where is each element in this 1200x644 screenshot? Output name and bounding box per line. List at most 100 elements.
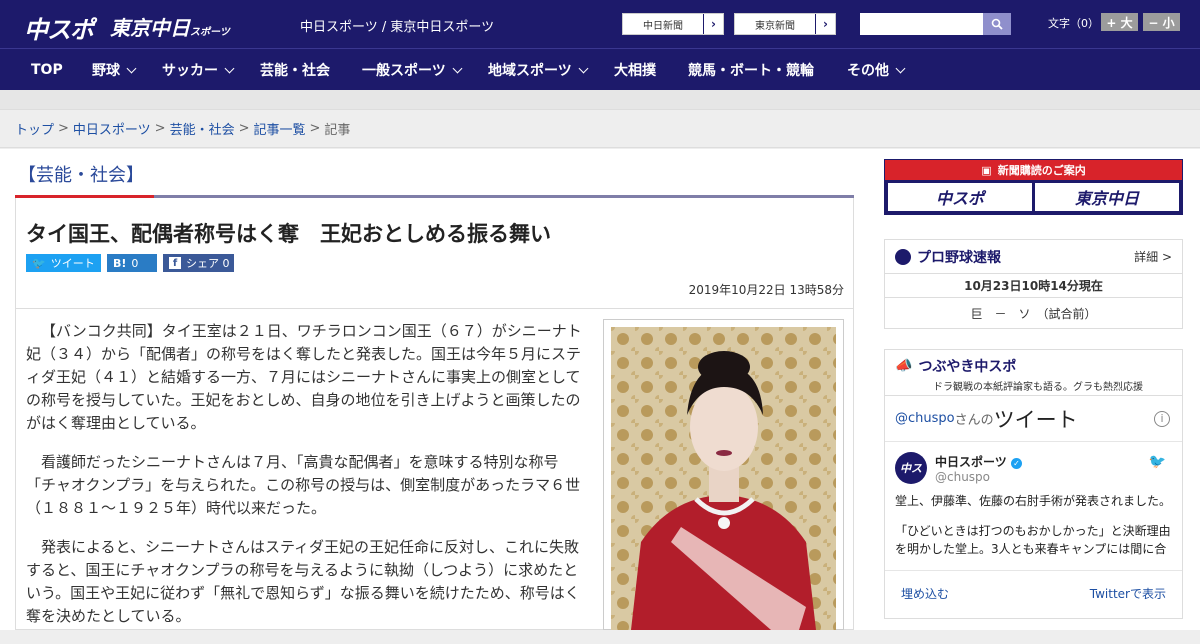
font-decrease-button[interactable]: − 小: [1143, 13, 1180, 31]
nav-item-top[interactable]: TOP: [31, 49, 63, 91]
tweet-widget-header: @chuspo さんの ツイート i: [885, 396, 1182, 442]
chevron-down-icon: [895, 63, 906, 73]
chunichi-shimbun-button[interactable]: 中日新聞 ›: [622, 13, 724, 35]
hatena-icon: B!: [113, 256, 127, 270]
nav-item-baseball[interactable]: 野球: [92, 49, 137, 91]
article-body: 【バンコク共同】タイ王室は２１日、ワチラロンコン国王（６７）がシニーナト妃（３４…: [26, 320, 586, 644]
main-nav: TOP 野球 サッカー 芸能・社会 一般スポーツ 地域スポーツ 大相撲 競馬・ボ…: [0, 48, 1200, 90]
nav-label: 一般スポーツ: [362, 63, 446, 79]
subscription-title-text: 新聞購読のご案内: [997, 164, 1086, 177]
tsubuyaki-title: つぶやき中スポ: [918, 359, 1017, 375]
search-icon: [991, 18, 1003, 30]
tokyo-logo-text: 東京中日: [110, 16, 190, 40]
article-date: 2019年10月22日 13時58分: [688, 283, 844, 297]
tweet-username-text: 中日スポーツ: [935, 454, 1007, 469]
nav-label: 野球: [92, 63, 120, 79]
nav-item-racing[interactable]: 競馬・ボート・競輪: [688, 49, 814, 91]
tweet-text-1: 堂上、伊藤準、佐藤の右肘手術が発表されました。: [895, 494, 1172, 508]
baseball-title: プロ野球速報: [917, 249, 1001, 266]
tweet-username[interactable]: 中日スポーツ ✓: [935, 453, 1022, 470]
nav-item-general-sports[interactable]: 一般スポーツ: [362, 49, 463, 91]
nav-item-entertainment[interactable]: 芸能・社会: [260, 49, 330, 91]
tweet-heading: ツイート: [993, 407, 1078, 432]
article-paragraph: 【バンコク共同】タイ王室は２１日、ワチラロンコン国王（６７）がシニーナト妃（３４…: [26, 322, 582, 432]
baseball-game[interactable]: 巨 － ソ （試合前）: [885, 298, 1182, 328]
nav-label: 大相撲: [614, 63, 656, 79]
tokyo-sub-logo[interactable]: 東京中日: [1035, 183, 1179, 211]
tweet-button[interactable]: 🐦 ツイート: [26, 254, 101, 272]
search-input[interactable]: [860, 13, 983, 35]
facebook-share-button[interactable]: f シェア 0: [163, 254, 234, 272]
chevron-down-icon: [578, 63, 589, 73]
nav-label: 地域スポーツ: [488, 63, 572, 79]
tsubuyaki-panel: 📣 つぶやき中スポ ドラ観戦の本紙評論家も語る。グラも熱烈応援 @chuspo …: [884, 349, 1183, 619]
chevron-down-icon: [224, 63, 235, 73]
facebook-icon: f: [169, 257, 181, 269]
chevron-right-icon: ›: [815, 14, 835, 34]
tokyo-shimbun-button[interactable]: 東京新聞 ›: [734, 13, 836, 35]
tweet-text-2: 「ひどいときは打つのもおかしかった」と決断理由を明かした堂上。3人とも来春キャン…: [895, 524, 1171, 556]
subscription-banner[interactable]: ▣ 新聞購読のご案内 中スポ 東京中日: [884, 159, 1183, 215]
font-increase-button[interactable]: + 大: [1101, 13, 1138, 31]
article-photo[interactable]: [611, 327, 836, 630]
breadcrumb-current: 記事: [324, 123, 351, 138]
twitter-bird-icon: 🐦: [32, 256, 46, 270]
breadcrumb-entertainment[interactable]: 芸能・社会: [170, 119, 235, 138]
nav-label: その他: [847, 63, 889, 79]
tweet-handle[interactable]: @chuspo: [935, 470, 1022, 484]
article-paragraph: 看護師だったシニーナトさんは７月、「高貴な配偶者」を意味する特別な称号「チャオク…: [26, 453, 581, 517]
nav-label: 芸能・社会: [260, 63, 330, 79]
tweet-item: 中ス 中日スポーツ ✓ @chuspo 🐦 堂上、伊藤準、佐藤の右肘手術が発表さ…: [885, 442, 1182, 570]
nav-label: TOP: [31, 62, 63, 78]
tsubuyaki-subtitle: ドラ観戦の本紙評論家も語る。グラも熱烈応援: [933, 382, 1143, 393]
breadcrumb-chunichi-sports[interactable]: 中日スポーツ: [73, 119, 151, 138]
breadcrumb-article-list[interactable]: 記事一覧: [254, 119, 306, 138]
search-button[interactable]: [983, 13, 1011, 35]
article-headline: タイ国王、配偶者称号はく奪 王妃おとしめる振る舞い: [26, 222, 551, 246]
site-name: 中日スポーツ / 東京中日スポーツ: [300, 20, 495, 35]
tsubuyaki-header: 📣 つぶやき中スポ ドラ観戦の本紙評論家も語る。グラも熱烈応援: [885, 350, 1182, 396]
font-size-label: 文字（0）: [1048, 17, 1099, 30]
breadcrumb-sep: >: [154, 121, 166, 136]
nav-label: サッカー: [162, 63, 218, 79]
nav-item-sumo[interactable]: 大相撲: [614, 49, 656, 91]
baseball-panel-header: プロ野球速報 詳細 >: [885, 240, 1182, 274]
tokyo-chunichi-logo[interactable]: 東京中日スポーツ: [110, 12, 230, 41]
info-icon[interactable]: i: [1154, 410, 1170, 427]
baseball-icon: [895, 248, 911, 265]
ad-strip: [0, 90, 1200, 110]
portrait-image: [611, 327, 836, 630]
breadcrumb-sep: >: [309, 121, 321, 136]
breadcrumb-top[interactable]: トップ: [15, 119, 54, 138]
embed-link[interactable]: 埋め込む: [901, 585, 949, 602]
tweet-label: ツイート: [50, 257, 95, 270]
tokyo-logo-sub: スポーツ: [190, 27, 230, 38]
subscription-title: ▣ 新聞購読のご案内: [885, 160, 1182, 180]
nav-item-other[interactable]: その他: [847, 49, 906, 91]
chuspo-logo[interactable]: 中スポ: [24, 10, 94, 45]
tweet-author: 中日スポーツ ✓ @chuspo: [935, 453, 1022, 484]
chuspo-sub-logo[interactable]: 中スポ: [888, 183, 1032, 211]
breadcrumb-sep: >: [238, 121, 250, 136]
baseball-more-link[interactable]: 詳細 >: [1134, 248, 1172, 265]
twitter-bird-icon[interactable]: 🐦: [1149, 454, 1166, 470]
newspaper-icon: ▣: [981, 163, 992, 177]
breadcrumb-sep: >: [58, 121, 69, 136]
nav-item-soccer[interactable]: サッカー: [162, 49, 235, 91]
tweet-account-link[interactable]: @chuspo: [895, 411, 955, 426]
hatena-bookmark-button[interactable]: B! 0: [107, 254, 157, 272]
header: 中スポ 東京中日スポーツ 中日スポーツ / 東京中日スポーツ 中日新聞 › 東京…: [0, 0, 1200, 48]
baseball-timestamp: 10月23日10時14分現在: [885, 274, 1182, 298]
nav-item-local-sports[interactable]: 地域スポーツ: [488, 49, 589, 91]
baseball-panel: プロ野球速報 詳細 > 10月23日10時14分現在 巨 － ソ （試合前）: [884, 239, 1183, 329]
view-on-twitter-link[interactable]: Twitterで表示: [1090, 585, 1166, 602]
chevron-down-icon: [126, 63, 137, 73]
nav-label: 競馬・ボート・競輪: [688, 63, 814, 79]
avatar[interactable]: 中ス: [895, 452, 927, 484]
tweet-account-suffix: さんの: [954, 413, 994, 428]
chevron-down-icon: [452, 63, 463, 73]
chevron-right-icon: ›: [703, 14, 723, 34]
tokyo-shimbun-label: 東京新聞: [755, 20, 795, 32]
chunichi-shimbun-label: 中日新聞: [643, 20, 683, 32]
tweet-author-row: 中ス 中日スポーツ ✓ @chuspo 🐦: [895, 452, 1172, 484]
